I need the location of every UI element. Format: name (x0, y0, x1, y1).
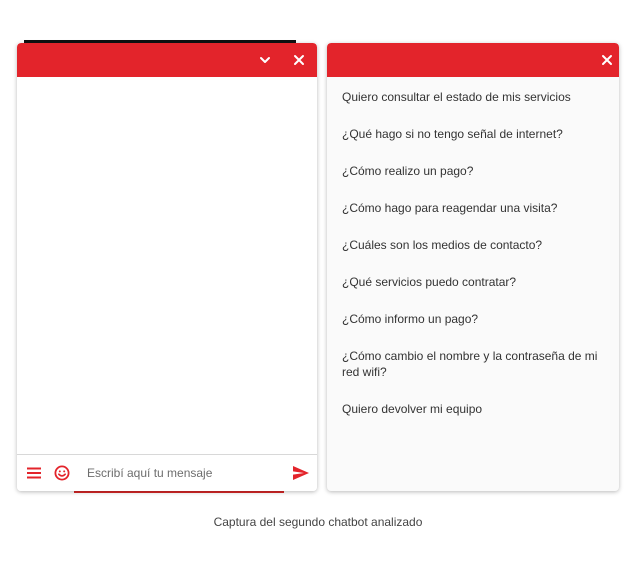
chat-message-area[interactable] (17, 77, 317, 455)
faq-panel: Quiero consultar el estado de mis servic… (327, 43, 619, 491)
screenshot-stage: Quiero consultar el estado de mis servic… (0, 0, 636, 566)
hamburger-menu-icon[interactable] (25, 464, 43, 482)
message-input[interactable] (85, 461, 279, 485)
chevron-down-icon[interactable] (255, 50, 275, 70)
faq-item-make-payment[interactable]: ¿Cómo realizo un pago? (342, 163, 607, 179)
chat-window (17, 43, 317, 491)
figure-caption: Captura del segundo chatbot analizado (213, 515, 423, 529)
faq-item-report-payment[interactable]: ¿Cómo informo un pago? (342, 311, 607, 327)
faq-header (327, 43, 619, 77)
faq-item-no-internet[interactable]: ¿Qué hago si no tengo señal de internet? (342, 126, 607, 142)
faq-item-contact-methods[interactable]: ¿Cuáles son los medios de contacto? (342, 237, 607, 253)
faq-list: Quiero consultar el estado de mis servic… (342, 89, 607, 438)
faq-item-reschedule-visit[interactable]: ¿Cómo hago para reagendar una visita? (342, 200, 607, 216)
faq-item-available-services[interactable]: ¿Qué servicios puedo contratar? (342, 274, 607, 290)
close-icon[interactable] (289, 50, 309, 70)
send-icon[interactable] (292, 464, 310, 482)
faq-item-service-status[interactable]: Quiero consultar el estado de mis servic… (342, 89, 607, 105)
chat-header (17, 43, 317, 77)
close-icon[interactable] (597, 50, 617, 70)
faq-item-change-wifi[interactable]: ¿Cómo cambio el nombre y la contraseña d… (342, 348, 607, 380)
faq-item-return-equipment[interactable]: Quiero devolver mi equipo (342, 401, 607, 417)
smiley-icon[interactable] (53, 464, 71, 482)
chat-footer (17, 454, 317, 491)
